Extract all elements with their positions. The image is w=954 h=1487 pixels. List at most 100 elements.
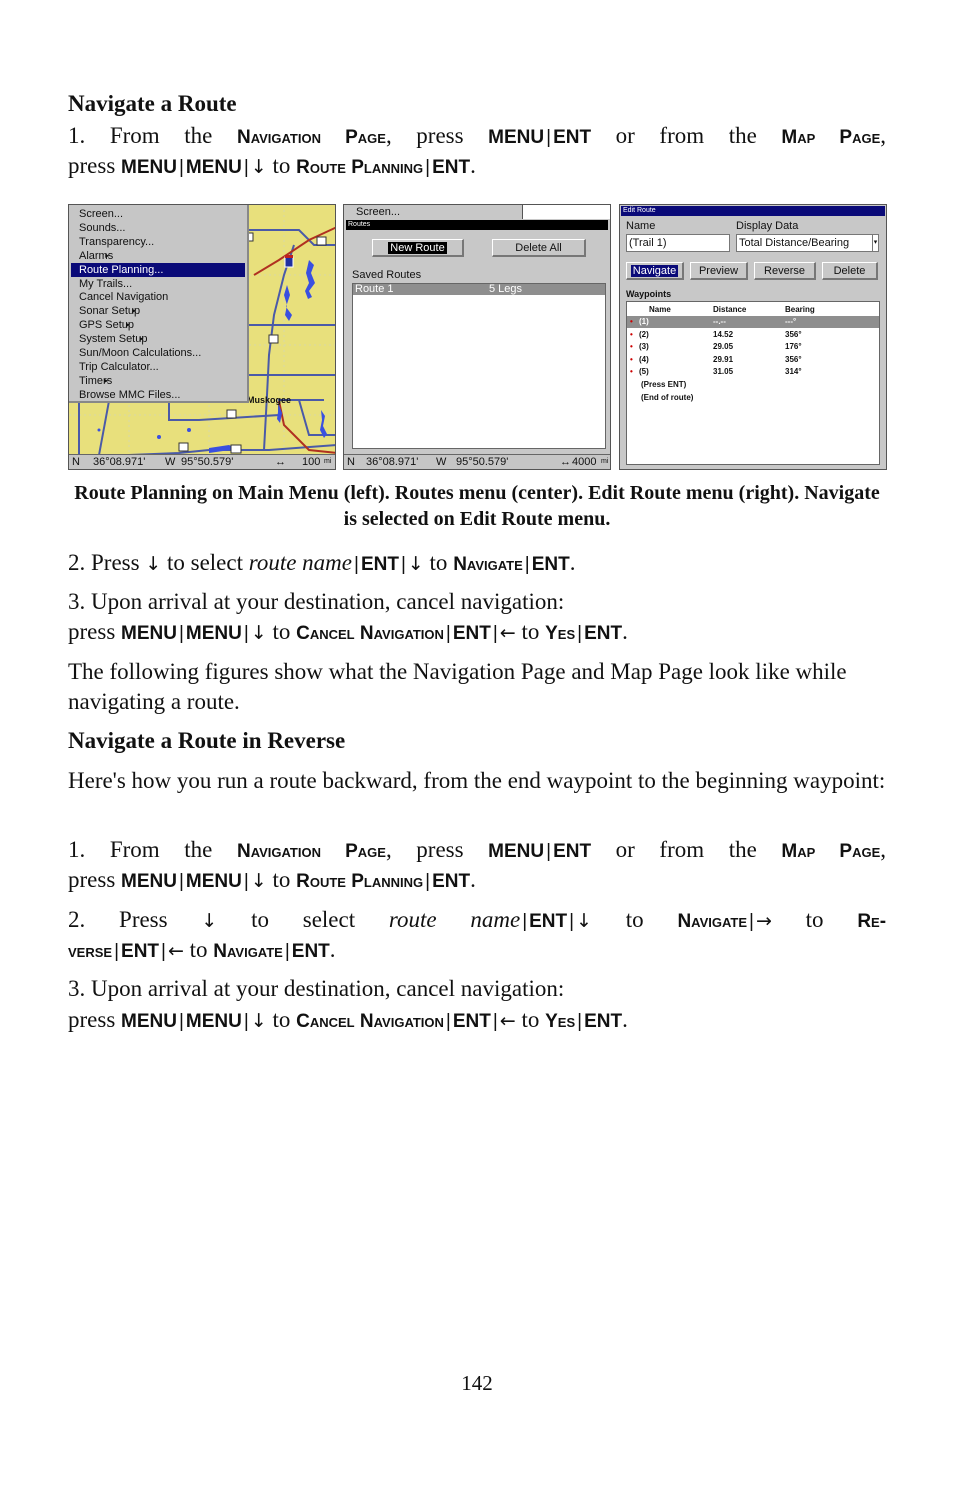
key-ent: ENT [529, 911, 568, 932]
key-menu: MENU [121, 623, 177, 644]
left-arrow-icon: ← [167, 940, 184, 962]
menu-item[interactable]: Sounds... [79, 221, 125, 235]
text: to [272, 1007, 291, 1032]
separator: | [445, 1011, 451, 1032]
text: press [68, 1007, 116, 1032]
menu-item-label: Cancel Navigation [79, 291, 169, 304]
route-legs: 5 Legs [489, 283, 523, 295]
reverse-label: Reverse [764, 265, 805, 277]
menu-item[interactable]: Timers ▸ [79, 374, 112, 388]
display-data-select[interactable]: Total Distance/Bearing [736, 234, 874, 252]
text: 1. From the [68, 123, 213, 148]
key-route-planning: Route Planning [296, 871, 424, 892]
key-menu: MENU [121, 871, 177, 892]
text: . [470, 153, 476, 178]
waypoint-name: (3) [639, 342, 649, 351]
waypoints-table[interactable]: Name Distance Bearing • (1) --.-- ---° • (2) 1… [626, 301, 880, 465]
menu-item-label: Sounds... [79, 221, 126, 234]
key-ent: ENT [553, 841, 592, 862]
submenu-arrow-icon: ▸ [105, 250, 110, 260]
text: 2. Press [68, 907, 168, 932]
route-name-placeholder: route name [248, 550, 352, 575]
separator: | [569, 911, 575, 932]
route-name-input[interactable]: (Trail 1) [626, 234, 730, 252]
map-town-label: Muskogee [247, 395, 292, 405]
waypoint-row[interactable]: • (4) 29.91 356° [627, 354, 879, 366]
separator: | [243, 1011, 249, 1032]
preview-button[interactable]: Preview [690, 262, 748, 280]
separator: | [577, 1011, 583, 1032]
menu-item[interactable]: Route Planning... [71, 262, 245, 277]
edit-route-screenshot: Edit Route Name Display Data (Trail 1) T… [619, 204, 887, 470]
waypoint-bullet-icon: • [630, 342, 633, 351]
following-paragraph: The following figures show what the Navi… [68, 659, 847, 714]
key-cancel-navigation: Cancel Navigation [296, 623, 444, 644]
lon-dir: W [436, 456, 447, 468]
menu-item[interactable]: Sonar Setup ▸ [79, 304, 140, 318]
menu-item[interactable]: Cancel Navigation [79, 290, 168, 304]
navigate-button[interactable]: Navigate [626, 262, 684, 280]
waypoint-row[interactable]: • (2) 14.52 356° [627, 329, 879, 341]
menu-item[interactable]: System Setup ▸ [79, 332, 147, 346]
waypoint-bearing: 314° [785, 367, 802, 376]
menu-item[interactable]: GPS Setup ▸ [79, 318, 134, 332]
key-ent: ENT [452, 623, 491, 644]
waypoint-bearing: 356° [785, 354, 802, 364]
waypoint-name: (2) [639, 329, 649, 339]
zoom-range-icon: ↔ [275, 456, 286, 468]
reverse-step1-line1: 1. From the Navigation Page, press MENU |… [68, 835, 886, 867]
down-arrow-icon: ↓ [250, 156, 267, 178]
menu-item[interactable]: Trip Calculator... [79, 360, 159, 374]
dropdown-arrow-icon[interactable]: ▾ [872, 234, 879, 252]
separator: | [400, 554, 406, 575]
waypoints-label: Waypoints [626, 289, 672, 299]
separator: | [524, 554, 530, 575]
key-navigate: Navigate [677, 911, 748, 932]
zoom-value: 4000 [572, 456, 597, 468]
route-row[interactable]: Route 1 5 Legs [353, 284, 605, 295]
text: to select [166, 550, 243, 575]
waypoint-name: (5) [639, 367, 649, 376]
waypoint-row[interactable]: • (1) --.-- ---° [627, 316, 879, 328]
saved-routes-list[interactable]: Route 1 5 Legs [352, 283, 606, 449]
key-menu: MENU [185, 871, 242, 892]
menu-item[interactable]: Screen... [79, 207, 123, 221]
text: to [625, 907, 644, 932]
text: . [622, 619, 628, 644]
key-ent: ENT [121, 941, 160, 962]
column-header-distance: Distance [713, 305, 747, 314]
separator: | [243, 623, 249, 644]
menu-item[interactable]: Browse MMC Files... [79, 388, 180, 402]
waypoint-bearing: 176° [785, 342, 802, 351]
delete-all-button[interactable]: Delete All [492, 239, 586, 257]
key-ent: ENT [432, 157, 471, 178]
key-reverse: Re- [857, 911, 887, 932]
text: or from the [615, 123, 757, 148]
text: 1. From the [68, 837, 213, 862]
longitude: 95°50.579' [181, 456, 234, 468]
lat-dir: N [72, 456, 80, 468]
text: to [521, 1007, 540, 1032]
text: . [470, 867, 476, 892]
reverse-button[interactable]: Reverse [754, 262, 816, 280]
text: . [622, 1007, 628, 1032]
menu-item[interactable]: Alarms ▸ [79, 249, 113, 263]
waypoint-row[interactable]: • (5) 31.05 314° [627, 366, 879, 378]
key-menu: MENU [488, 841, 545, 862]
text: to [272, 153, 291, 178]
menu-item[interactable]: My Trails... [79, 277, 132, 291]
delete-button[interactable]: Delete [822, 262, 878, 280]
section-heading-navigate-route: Navigate a Route [68, 91, 237, 116]
column-header-name: Name [649, 305, 671, 314]
separator: | [445, 623, 451, 644]
waypoint-bullet-icon: • [630, 354, 633, 364]
longitude: 95°50.579' [456, 456, 509, 468]
name-label: Name [626, 220, 656, 232]
text: or from the [615, 837, 757, 862]
new-route-button[interactable]: New Route [372, 239, 464, 257]
waypoint-row[interactable]: • (3) 29.05 176° [627, 341, 879, 353]
menu-item[interactable]: Sun/Moon Calculations... [79, 346, 201, 360]
menu-item[interactable]: Transparency... [79, 235, 154, 249]
step3-line2: press MENU | MENU | ↓ to Cancel Navigation | E… [68, 617, 886, 649]
text: press [68, 867, 116, 892]
